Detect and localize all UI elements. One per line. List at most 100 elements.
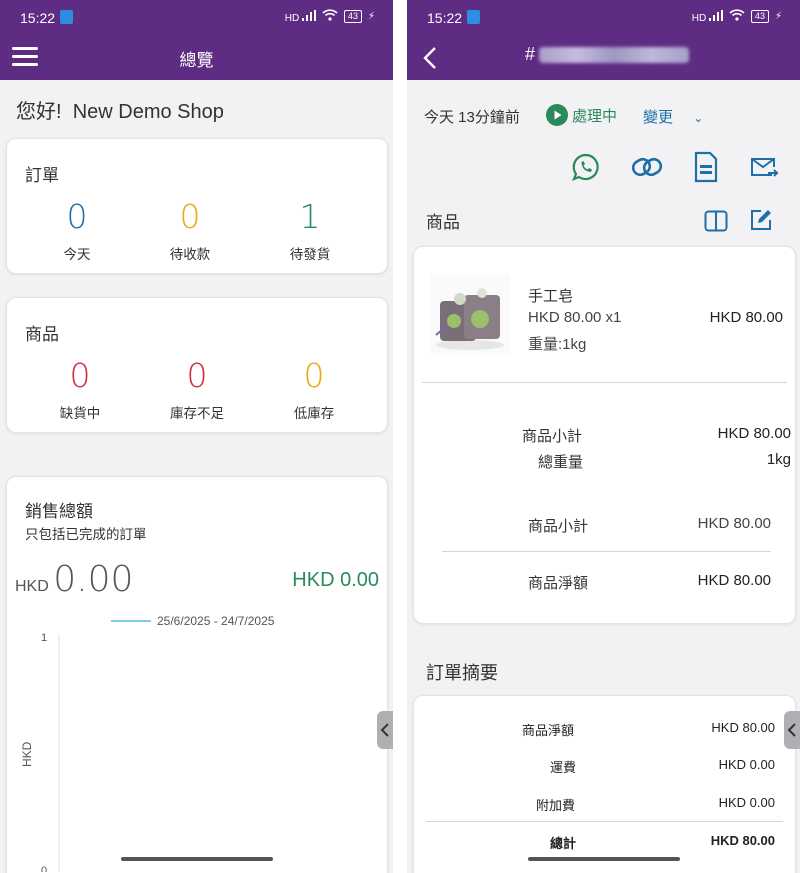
subtotal-value: HKD 80.00 <box>717 425 791 442</box>
product-weight: 重量:1kg <box>528 336 587 353</box>
usb-icon <box>467 10 480 24</box>
surcharge-label: 附加費 <box>536 798 576 813</box>
wifi-icon <box>729 9 745 24</box>
stat-insufficient-stock[interactable]: 0 庫存不足 <box>142 358 252 422</box>
divider <box>422 382 787 383</box>
product-name: 手工皂 <box>528 288 574 305</box>
shipping-value: HKD 0.00 <box>718 757 775 772</box>
product-line-total: HKD 80.00 <box>709 309 783 326</box>
status-bar: 15:22 HD 43 ⚡ <box>407 0 800 36</box>
sales-total-value: 0.00 <box>53 559 134 600</box>
signal-label: HD <box>691 12 707 24</box>
stat-label: 庫存不足 <box>170 406 224 421</box>
grand-total-label: 總計 <box>550 836 577 851</box>
shipping-label: 運費 <box>550 760 577 775</box>
edit-icon[interactable] <box>749 208 773 237</box>
chart-y-tick: 1 <box>41 632 47 644</box>
play-circle-icon <box>546 104 568 126</box>
app-bar: 總覽 <box>0 36 393 80</box>
summary-net-value: HKD 80.00 <box>711 720 775 735</box>
change-status-label: 變更 <box>643 109 674 126</box>
stat-value: 0 <box>303 356 325 395</box>
subtotal2-value: HKD 80.00 <box>697 515 771 532</box>
shop-name: New Demo Shop <box>72 101 224 123</box>
chart-legend-label: 25/6/2025 - 24/7/2025 <box>157 614 275 628</box>
order-detail-screen: 15:22 HD 43 ⚡ # 今天 13分鐘前 處理中 變更 ⌄ 商品 手工皂… <box>407 0 800 873</box>
home-indicator <box>120 857 273 861</box>
sales-card-title: 銷售總額 <box>25 502 93 521</box>
signal-label: HD <box>284 12 300 24</box>
chart-y-tick: 0 <box>41 865 47 872</box>
stat-orders-awaiting-payment[interactable]: 0 待收款 <box>135 199 245 263</box>
chevron-down-icon: ⌄ <box>693 111 704 125</box>
stat-label: 待收款 <box>169 247 211 262</box>
side-drawer-handle[interactable] <box>377 711 393 749</box>
home-indicator <box>527 857 680 861</box>
product-card: 手工皂 HKD 80.00 x1 重量:1kg HKD 80.00 商品小計 H… <box>413 246 796 624</box>
divider <box>442 551 771 552</box>
back-icon[interactable] <box>421 44 445 72</box>
surcharge-value: HKD 0.00 <box>718 795 775 810</box>
sales-chart: 25/6/2025 - 24/7/2025 1 0 HKD <box>20 614 275 872</box>
split-view-icon[interactable] <box>704 210 728 237</box>
stat-low-stock[interactable]: 0 低庫存 <box>259 358 369 422</box>
side-drawer-handle[interactable] <box>784 711 800 749</box>
subtotal2-label: 商品小計 <box>528 518 589 535</box>
invoice-icon[interactable] <box>693 151 719 188</box>
order-status: 處理中 <box>546 104 617 126</box>
chevron-left-icon <box>787 723 796 737</box>
order-summary-title: 訂單摘要 <box>426 663 498 683</box>
products-card-title: 商品 <box>25 325 59 344</box>
link-icon[interactable] <box>630 152 664 187</box>
stat-value: 0 <box>69 356 91 395</box>
orders-card[interactable]: 訂單 0 今天 0 待收款 1 待發貨 <box>6 138 388 274</box>
products-card[interactable]: 商品 0 缺貨中 0 庫存不足 0 低庫存 <box>6 297 388 433</box>
summary-net-label: 商品淨額 <box>522 723 575 738</box>
wifi-icon <box>322 9 338 24</box>
status-time: 15:22 <box>20 10 56 26</box>
chevron-left-icon <box>380 723 389 737</box>
divider <box>426 821 783 822</box>
subtotal-label: 商品小計 <box>522 428 583 445</box>
sales-currency: HKD <box>15 578 49 595</box>
stat-label: 缺貨中 <box>59 406 101 421</box>
order-status-label: 處理中 <box>572 107 618 125</box>
stat-value: 0 <box>179 197 201 236</box>
stat-value: 0 <box>66 197 88 236</box>
status-bar: 15:22 HD 43 ⚡ <box>0 0 393 36</box>
order-summary-card: 商品淨額 HKD 80.00 運費 HKD 0.00 附加費 HKD 0.00 … <box>413 695 796 873</box>
orders-card-title: 訂單 <box>25 166 59 185</box>
sales-compare: HKD 0.00 <box>292 569 379 591</box>
sales-total: HKD 0.00 <box>15 559 133 600</box>
stat-value: 1 <box>299 197 321 236</box>
change-status-button[interactable]: 變更 ⌄ <box>643 106 703 127</box>
order-number-prefix: # <box>525 44 536 64</box>
product-thumbnail[interactable] <box>430 275 510 355</box>
app-bar: # <box>407 36 800 80</box>
order-number-redacted <box>539 46 690 63</box>
product-price-qty: HKD 80.00 x1 <box>528 309 622 326</box>
battery-icon: 43 <box>750 10 769 23</box>
order-time: 今天 13分鐘前 <box>424 109 520 126</box>
stat-orders-today[interactable]: 0 今天 <box>22 199 132 263</box>
battery-icon: 43 <box>343 10 362 23</box>
signal-icon: HD <box>691 9 723 24</box>
greeting: 您好! New Demo Shop <box>16 95 224 124</box>
whatsapp-icon[interactable] <box>571 152 601 187</box>
stat-orders-awaiting-shipment[interactable]: 1 待發貨 <box>255 199 365 263</box>
status-time: 15:22 <box>427 10 463 26</box>
net-label: 商品淨額 <box>528 575 589 592</box>
usb-icon <box>60 10 73 24</box>
email-send-icon[interactable] <box>749 155 779 186</box>
stat-value: 0 <box>186 356 208 395</box>
sales-card: 銷售總額 只包括已完成的訂單 HKD 0.00 HKD 0.00 25/6/20… <box>6 476 388 873</box>
page-title: 總覽 <box>179 51 214 70</box>
stat-label: 待發貨 <box>289 247 331 262</box>
stat-label: 低庫存 <box>293 406 335 421</box>
chart-y-label: HKD <box>20 741 34 767</box>
charging-icon: ⚡ <box>367 11 375 22</box>
grand-total-value: HKD 80.00 <box>710 833 775 848</box>
stat-out-of-stock[interactable]: 0 缺貨中 <box>25 358 135 422</box>
net-value: HKD 80.00 <box>697 572 771 589</box>
total-weight-label: 總重量 <box>538 454 584 471</box>
